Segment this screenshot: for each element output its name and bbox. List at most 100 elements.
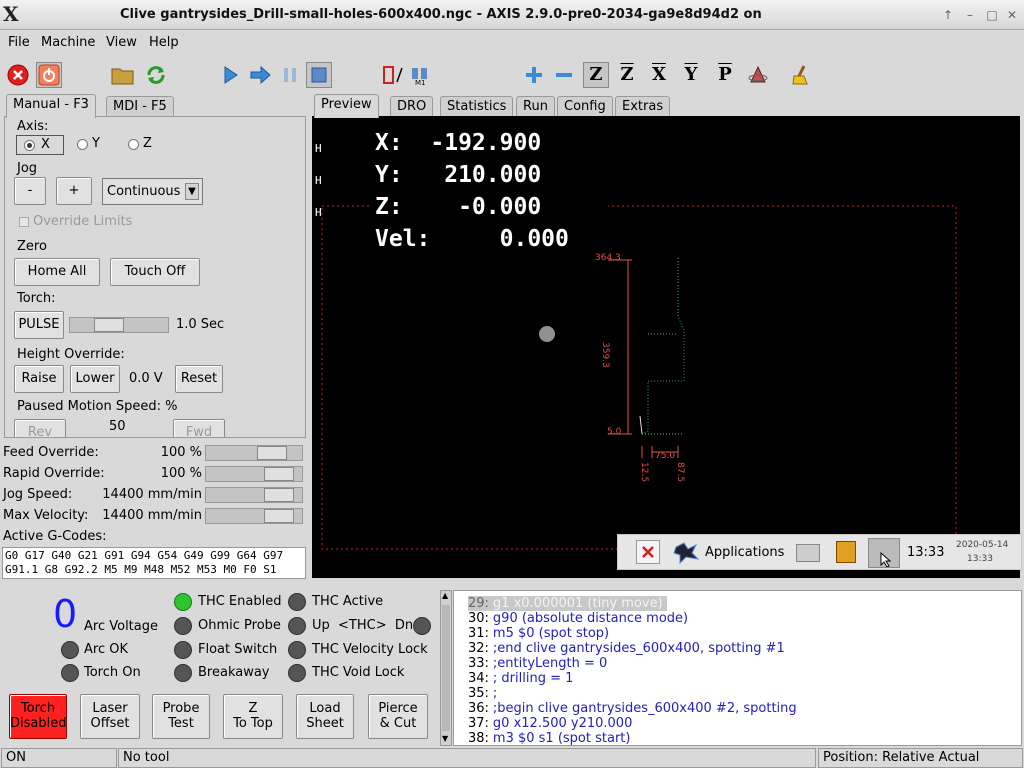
tab-run[interactable]: Run — [516, 96, 555, 118]
line-number: 29: — [468, 596, 489, 611]
rev-button[interactable]: Rev — [14, 419, 66, 437]
torch-disabled-button[interactable]: Torch Disabled — [9, 694, 67, 739]
fwd-button[interactable]: Fwd — [173, 419, 225, 437]
button-line: Torch — [20, 701, 56, 716]
drive-icon[interactable] — [796, 544, 820, 562]
machine-power-icon[interactable] — [36, 62, 62, 88]
load-sheet-button[interactable]: Load Sheet — [296, 694, 354, 739]
override-slider[interactable] — [205, 508, 303, 524]
pause-icon[interactable] — [277, 62, 303, 88]
slider-thumb[interactable] — [264, 467, 294, 481]
thc-active-led — [288, 593, 306, 611]
tab-config[interactable]: Config — [557, 96, 613, 118]
pulse-time-slider[interactable] — [69, 317, 169, 333]
jog-plus-button[interactable]: + — [56, 177, 92, 205]
estop-icon[interactable] — [5, 62, 31, 88]
gcode-line[interactable]: 35:; — [468, 686, 497, 701]
z-to-top-button[interactable]: Z To Top — [223, 694, 283, 739]
zoom-out-icon[interactable] — [551, 62, 577, 88]
rotate-view-icon[interactable] — [745, 62, 771, 88]
raise-button[interactable]: Raise — [14, 365, 64, 393]
gcode-line[interactable]: 34:; drilling = 1 — [468, 671, 573, 686]
applications-icon[interactable] — [672, 539, 700, 565]
button-line: Sheet — [306, 716, 344, 731]
notes-icon[interactable] — [836, 541, 856, 563]
laser-offset-button[interactable]: Laser Offset — [80, 694, 140, 739]
tab-mdi[interactable]: MDI - F5 — [106, 96, 174, 118]
plasma-status-panel: 0 Arc Voltage Arc OK Torch On THC Enable… — [0, 588, 438, 746]
menu-help[interactable]: Help — [147, 30, 181, 55]
override-slider[interactable] — [205, 445, 303, 461]
view-y-icon[interactable]: Y — [678, 62, 704, 88]
reload-icon[interactable] — [143, 62, 169, 88]
preview-canvas[interactable]: H H H X: -192.900 Y: 210.000 Z: -0.000 V… — [312, 116, 1020, 578]
slider-thumb[interactable] — [264, 488, 294, 502]
clock[interactable]: 13:33 — [907, 545, 944, 561]
arc-ok-led — [61, 641, 79, 659]
close-window-icon[interactable]: ✕ — [1004, 7, 1020, 23]
lower-button[interactable]: Lower — [70, 365, 120, 393]
tab-extras[interactable]: Extras — [615, 96, 671, 118]
jog-minus-button[interactable]: - — [14, 177, 46, 205]
slider-thumb[interactable] — [264, 509, 294, 523]
override-label: Jog Speed: — [3, 487, 73, 502]
axis-x-radio[interactable]: X — [16, 135, 64, 155]
gcode-line[interactable]: 30: g90 (absolute distance mode) — [468, 611, 688, 626]
gcode-line[interactable]: 29: g1 x0.000001 (tiny move) — [468, 596, 667, 611]
applications-menu[interactable]: Applications — [705, 545, 784, 561]
override-slider[interactable] — [205, 487, 303, 503]
slider-thumb[interactable] — [257, 446, 287, 460]
reset-button[interactable]: Reset — [175, 365, 223, 393]
minimize-icon[interactable]: – — [962, 7, 978, 23]
menu-machine[interactable]: Machine — [39, 30, 97, 55]
workspace-icon[interactable] — [868, 538, 900, 568]
home-all-button[interactable]: Home All — [14, 258, 100, 286]
gcode-line[interactable]: 32: ;end clive gantrysides_600x400, spott… — [468, 641, 785, 656]
line-text: ; — [492, 686, 498, 701]
maximize-icon[interactable]: □ — [984, 7, 1000, 23]
slider-thumb[interactable] — [94, 318, 124, 332]
gcode-line[interactable]: 37: g0 x12.500 y210.000 — [468, 716, 632, 731]
view-p-icon[interactable]: P — [712, 62, 738, 88]
tab-dro[interactable]: DRO — [390, 96, 434, 118]
view-z-icon[interactable]: Z — [583, 62, 609, 88]
window-up-icon[interactable]: ↑ — [940, 7, 956, 23]
run-icon[interactable] — [217, 62, 243, 88]
axis-z-radio[interactable]: Z — [126, 135, 166, 155]
gcode-listing[interactable]: 29: g1 x0.000001 (tiny move) 30: g90 (absol… — [453, 590, 1022, 746]
tab-preview[interactable]: Preview — [314, 94, 379, 118]
scroll-down-icon[interactable]: ▼ — [442, 734, 448, 743]
gcode-line[interactable]: 36: ;begin clive gantrysides_600x400 #2, … — [468, 701, 797, 716]
axis-z-label: Z — [143, 136, 152, 151]
block-delete-icon[interactable] — [380, 62, 406, 88]
view-rotated-z-icon[interactable]: Z — [614, 62, 640, 88]
pulse-button[interactable]: PULSE — [14, 311, 64, 339]
stop-icon[interactable] — [306, 62, 332, 88]
tab-statistics[interactable]: Statistics — [440, 96, 514, 118]
scroll-up-icon[interactable]: ▲ — [442, 591, 448, 600]
override-limits-checkbox[interactable] — [19, 217, 29, 227]
gcode-line[interactable]: 31: m5 $0 (spot stop) — [468, 626, 609, 641]
paused-speed-slider[interactable]: 50 — [67, 419, 171, 437]
gcode-scrollbar[interactable]: ▲ ▼ — [440, 590, 452, 746]
jog-mode-select[interactable]: Continuous ▼ — [102, 178, 203, 205]
step-icon[interactable] — [247, 62, 273, 88]
close-icon[interactable] — [636, 540, 660, 564]
view-x-icon[interactable]: X — [646, 62, 672, 88]
open-file-icon[interactable] — [110, 62, 136, 88]
clear-plot-icon[interactable] — [788, 62, 814, 88]
gcode-line[interactable]: 38: m3 $0 s1 (spot start) — [468, 731, 630, 745]
radio-off-icon — [77, 139, 88, 150]
touch-off-button[interactable]: Touch Off — [110, 258, 200, 286]
override-slider[interactable] — [205, 466, 303, 482]
pierce-cut-button[interactable]: Pierce & Cut — [368, 694, 428, 739]
probe-test-button[interactable]: Probe Test — [152, 694, 210, 739]
axis-y-radio[interactable]: Y — [75, 135, 115, 155]
scrollbar-thumb[interactable] — [442, 605, 450, 731]
gcode-line[interactable]: 33: ;entityLength = 0 — [468, 656, 607, 671]
tab-manual[interactable]: Manual - F3 — [6, 94, 96, 118]
optional-stop-icon[interactable]: M1 — [408, 62, 434, 88]
menu-view[interactable]: View — [104, 30, 139, 55]
zoom-in-icon[interactable] — [521, 62, 547, 88]
menu-file[interactable]: File — [6, 30, 32, 55]
